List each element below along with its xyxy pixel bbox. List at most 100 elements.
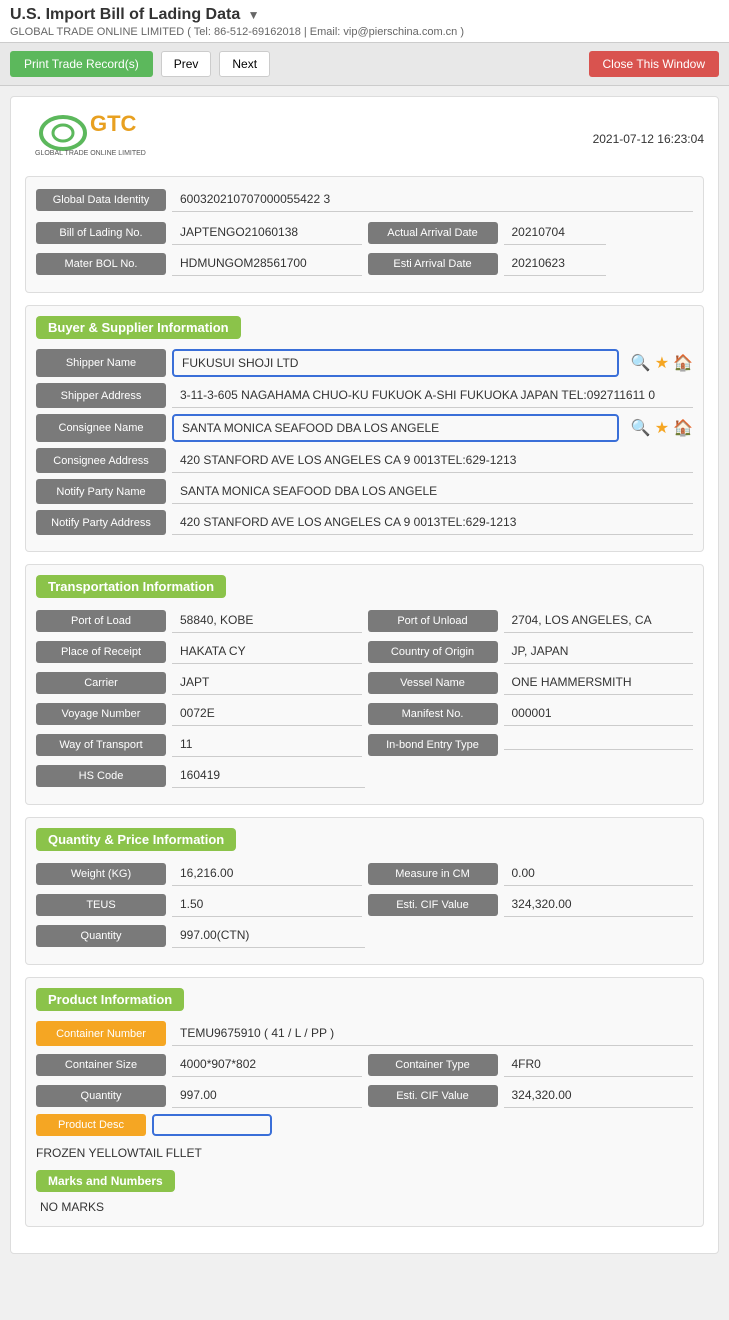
container-size-row: Container Size 4000*907*802 Container Ty… [36, 1052, 693, 1077]
page-title: U.S. Import Bill of Lading Data [10, 6, 240, 23]
marks-header: Marks and Numbers [36, 1170, 175, 1192]
qty-pair: Quantity 997.00(CTN) [36, 923, 365, 948]
subtitle: GLOBAL TRADE ONLINE LIMITED ( Tel: 86-51… [10, 26, 719, 38]
container-num-label: Container Number [36, 1021, 166, 1046]
prod-cif-pair: Esti. CIF Value 324,320.00 [368, 1083, 694, 1108]
close-button[interactable]: Close This Window [589, 51, 719, 77]
vessel-name-label: Vessel Name [368, 672, 498, 694]
print-button[interactable]: Print Trade Record(s) [10, 51, 153, 77]
country-origin-value: JP, JAPAN [504, 639, 694, 664]
port-unload-pair: Port of Unload 2704, LOS ANGELES, CA [368, 608, 694, 633]
prod-qty-value: 997.00 [172, 1083, 362, 1108]
way-transport-value: 11 [172, 732, 362, 757]
teus-cif-row: TEUS 1.50 Esti. CIF Value 324,320.00 [36, 892, 693, 917]
weight-label: Weight (KG) [36, 863, 166, 885]
country-origin-pair: Country of Origin JP, JAPAN [368, 639, 694, 664]
consignee-name-row: Consignee Name SANTA MONICA SEAFOOD DBA … [36, 414, 693, 442]
consignee-address-value: 420 STANFORD AVE LOS ANGELES CA 9 0013TE… [172, 448, 693, 473]
way-transport-row: Way of Transport 11 In-bond Entry Type [36, 732, 693, 757]
measure-value: 0.00 [504, 861, 694, 886]
marks-value: NO MARKS [36, 1198, 693, 1216]
qty-label: Quantity [36, 925, 166, 947]
notify-party-address-label: Notify Party Address [36, 510, 166, 535]
actual-arrival-pair: Actual Arrival Date 20210704 [368, 220, 694, 245]
cif-pair: Esti. CIF Value 324,320.00 [368, 892, 694, 917]
carrier-label: Carrier [36, 672, 166, 694]
notify-party-name-label: Notify Party Name [36, 479, 166, 504]
manifest-value: 000001 [504, 701, 694, 726]
quantity-price-block: Quantity & Price Information Weight (KG)… [25, 817, 704, 965]
shipper-name-label: Shipper Name [36, 349, 166, 377]
esti-arrival-value: 20210623 [504, 251, 607, 276]
shipper-address-label: Shipper Address [36, 383, 166, 408]
weight-value: 16,216.00 [172, 861, 362, 886]
notify-party-address-value: 420 STANFORD AVE LOS ANGELES CA 9 0013TE… [172, 510, 693, 535]
voyage-row: Voyage Number 0072E Manifest No. 000001 [36, 701, 693, 726]
in-bond-pair: In-bond Entry Type [368, 732, 694, 757]
quantity-price-header: Quantity & Price Information [36, 828, 236, 851]
place-receipt-value: HAKATA CY [172, 639, 362, 664]
shipper-star-icon[interactable]: ★ [655, 353, 669, 373]
consignee-icons: 🔍 ★ 🏠 [631, 414, 693, 442]
buyer-supplier-block: Buyer & Supplier Information Shipper Nam… [25, 305, 704, 552]
prev-button[interactable]: Prev [161, 51, 212, 77]
measure-label: Measure in CM [368, 863, 498, 885]
place-receipt-pair: Place of Receipt HAKATA CY [36, 639, 362, 664]
notify-party-name-value: SANTA MONICA SEAFOOD DBA LOS ANGELE [172, 479, 693, 504]
svg-text:GTC: GTC [90, 111, 137, 136]
consignee-home-icon[interactable]: 🏠 [673, 418, 693, 438]
container-type-pair: Container Type 4FR0 [368, 1052, 694, 1077]
qty-value: 997.00(CTN) [172, 923, 365, 948]
transportation-header: Transportation Information [36, 575, 226, 598]
notify-party-address-row: Notify Party Address 420 STANFORD AVE LO… [36, 510, 693, 535]
hs-code-value: 160419 [172, 763, 365, 788]
container-size-pair: Container Size 4000*907*802 [36, 1052, 362, 1077]
prod-cif-label: Esti. CIF Value [368, 1085, 498, 1107]
product-header: Product Information [36, 988, 184, 1011]
cif-value: 324,320.00 [504, 892, 694, 917]
prod-cif-value: 324,320.00 [504, 1083, 694, 1108]
master-bol-pair: Mater BOL No. HDMUNGOM28561700 [36, 251, 362, 276]
esti-arrival-pair: Esti Arrival Date 20210623 [368, 251, 694, 276]
product-desc-row: Product Desc [36, 1114, 693, 1136]
country-origin-label: Country of Origin [368, 641, 498, 663]
voyage-label: Voyage Number [36, 703, 166, 725]
dropdown-icon[interactable]: ▼ [248, 8, 260, 22]
port-load-pair: Port of Load 58840, KOBE [36, 608, 362, 633]
next-button[interactable]: Next [219, 51, 270, 77]
consignee-star-icon[interactable]: ★ [655, 418, 669, 438]
hs-code-pair: HS Code 160419 [36, 763, 365, 788]
consignee-search-icon[interactable]: 🔍 [631, 418, 651, 438]
shipper-home-icon[interactable]: 🏠 [673, 353, 693, 373]
datetime: 2021-07-12 16:23:04 [593, 132, 704, 146]
shipper-icons: 🔍 ★ 🏠 [631, 349, 693, 377]
prod-qty-pair: Quantity 997.00 [36, 1083, 362, 1108]
teus-label: TEUS [36, 894, 166, 916]
carrier-pair: Carrier JAPT [36, 670, 362, 695]
prod-qty-label: Quantity [36, 1085, 166, 1107]
weight-pair: Weight (KG) 16,216.00 [36, 861, 362, 886]
logo-row: GTC GLOBAL TRADE ONLINE LIMITED 2021-07-… [25, 111, 704, 166]
bol-label: Bill of Lading No. [36, 222, 166, 244]
global-id-value: 600320210707000055422 3 [172, 187, 693, 212]
vessel-name-pair: Vessel Name ONE HAMMERSMITH [368, 670, 694, 695]
qty-row: Quantity 997.00(CTN) [36, 923, 693, 948]
shipper-search-icon[interactable]: 🔍 [631, 353, 651, 373]
notify-party-name-row: Notify Party Name SANTA MONICA SEAFOOD D… [36, 479, 693, 504]
consignee-address-row: Consignee Address 420 STANFORD AVE LOS A… [36, 448, 693, 473]
container-type-value: 4FR0 [504, 1052, 694, 1077]
master-bol-value: HDMUNGOM28561700 [172, 251, 362, 276]
carrier-value: JAPT [172, 670, 362, 695]
manifest-label: Manifest No. [368, 703, 498, 725]
global-id-label: Global Data Identity [36, 189, 166, 211]
consignee-name-label: Consignee Name [36, 414, 166, 442]
shipper-address-row: Shipper Address 3-11-3-605 NAGAHAMA CHUO… [36, 383, 693, 408]
product-block: Product Information Container Number TEM… [25, 977, 704, 1227]
master-bol-row: Mater BOL No. HDMUNGOM28561700 Esti Arri… [36, 251, 693, 276]
master-bol-label: Mater BOL No. [36, 253, 166, 275]
teus-value: 1.50 [172, 892, 362, 917]
port-unload-value: 2704, LOS ANGELES, CA [504, 608, 694, 633]
place-receipt-label: Place of Receipt [36, 641, 166, 663]
main-content: GTC GLOBAL TRADE ONLINE LIMITED 2021-07-… [10, 96, 719, 1254]
actual-arrival-value: 20210704 [504, 220, 607, 245]
